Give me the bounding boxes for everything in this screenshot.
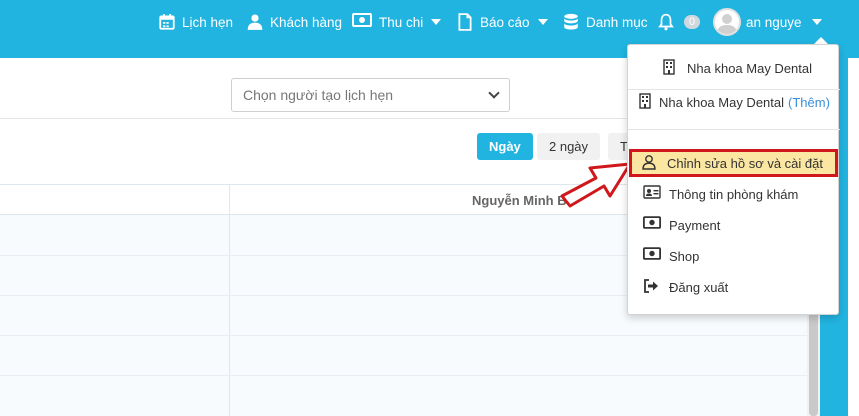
nav-notifications[interactable]: 0: [657, 0, 701, 44]
building-icon: [661, 59, 679, 77]
clinic-list-item-label: Nha khoa May Dental: [659, 94, 785, 110]
shop-item[interactable]: Shop: [628, 243, 840, 269]
add-clinic-link[interactable]: (Thêm): [788, 95, 830, 110]
clinic-info[interactable]: Thông tin phòng khám: [628, 181, 840, 207]
nav-appointments-label: Lịch hẹn: [182, 14, 234, 30]
caret-down-icon: [811, 19, 822, 25]
nav-customers[interactable]: Khách hàng: [246, 0, 342, 44]
red-arrow-annotation: [560, 162, 632, 208]
clinic-info-label: Thông tin phòng khám: [669, 186, 799, 202]
user-dropdown-menu: Nha khoa May Dental Nha khoa May Dental …: [627, 44, 840, 315]
nav-customers-label: Khách hàng: [270, 14, 343, 30]
current-clinic[interactable]: Nha khoa May Dental: [628, 55, 840, 81]
clinic-list-item[interactable]: Nha khoa May Dental (Thêm): [628, 89, 840, 115]
caret-down-icon: [537, 19, 548, 25]
schedule-column-divider: [229, 185, 230, 416]
schedule-column-title: Nguyễn Minh B: [472, 193, 567, 208]
dropdown-divider: [628, 129, 840, 130]
chevron-down-icon: [488, 87, 500, 99]
database-icon: [562, 13, 580, 31]
logout-item[interactable]: Đăng xuất: [628, 274, 840, 300]
current-clinic-label: Nha khoa May Dental: [687, 60, 813, 76]
caret-down-icon: [431, 19, 442, 25]
nav-reports-label: Báo cáo: [480, 14, 530, 30]
logout-label: Đăng xuất: [669, 279, 729, 295]
nav-income-expense[interactable]: Thu chi: [351, 0, 442, 44]
schedule-row-line: [0, 335, 807, 336]
bell-icon: [657, 13, 675, 31]
notification-count-badge: 0: [684, 15, 701, 29]
payment-item[interactable]: Payment: [628, 212, 840, 238]
id-card-icon: [643, 185, 661, 203]
avatar: [713, 8, 741, 36]
creator-select[interactable]: Chọn người tạo lịch hẹn: [231, 78, 510, 112]
money-icon: [351, 13, 373, 31]
money-icon: [643, 216, 661, 234]
edit-profile-settings-label: Chỉnh sửa hồ sơ và cài đặt: [667, 155, 823, 171]
calendar-icon: [158, 13, 176, 31]
nav-income-expense-label: Thu chi: [379, 14, 424, 30]
nav-appointments[interactable]: Lịch hẹn: [158, 0, 233, 44]
nav-catalog[interactable]: Danh mục: [562, 0, 648, 44]
shop-label: Shop: [669, 248, 700, 264]
nav-reports[interactable]: Báo cáo: [456, 0, 548, 44]
nav-catalog-label: Danh mục: [586, 14, 648, 30]
payment-label: Payment: [669, 217, 721, 233]
edit-profile-settings[interactable]: Chỉnh sửa hồ sơ và cài đặt: [629, 149, 838, 177]
user-name: an nguye: [746, 14, 802, 30]
scrollbar-thumb[interactable]: [809, 300, 818, 416]
view-day-button[interactable]: Ngày: [477, 133, 533, 160]
schedule-row-line: [0, 375, 807, 376]
building-icon: [637, 93, 655, 111]
user-outline-icon: [641, 154, 659, 172]
user-icon: [246, 13, 264, 31]
creator-select-value: Chọn người tạo lịch hẹn: [243, 87, 394, 103]
money-icon: [643, 247, 661, 265]
file-icon: [456, 13, 474, 31]
user-menu-toggle[interactable]: an nguye: [713, 0, 822, 44]
sign-out-icon: [643, 278, 661, 296]
